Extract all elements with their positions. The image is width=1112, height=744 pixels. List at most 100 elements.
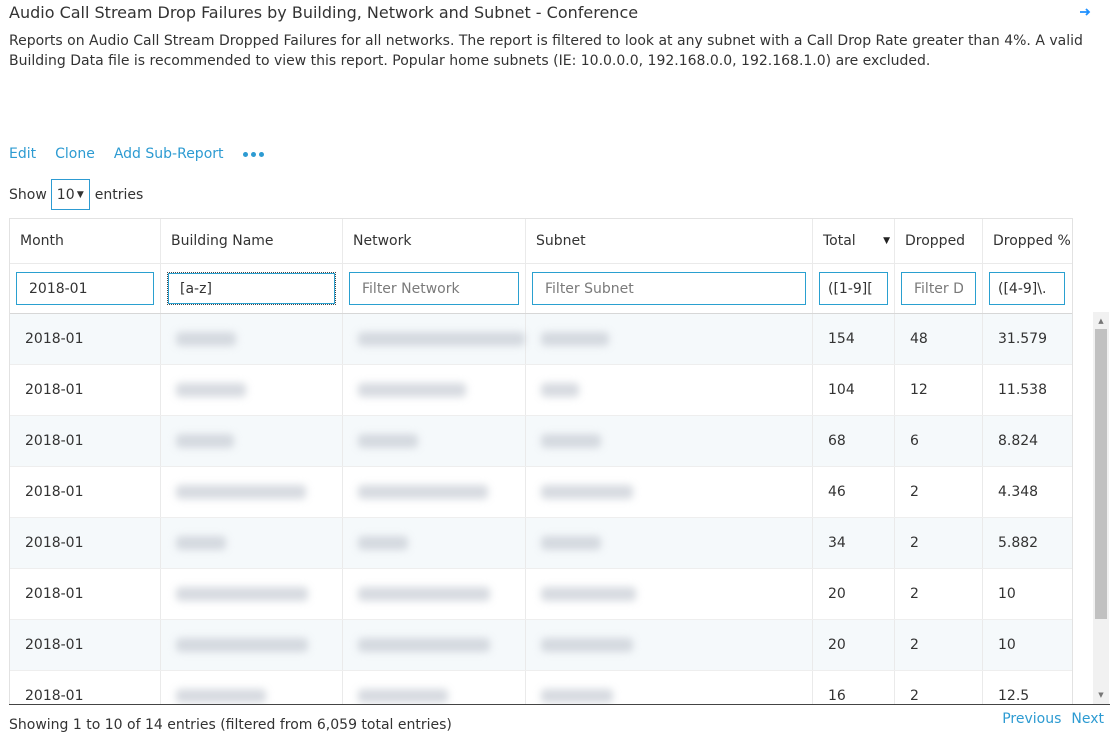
table-row[interactable]: 2018-01 104 12 11.538 — [10, 365, 1072, 416]
cell-dropped-pct: 5.882 — [998, 535, 1039, 551]
filter-building-input[interactable] — [167, 272, 336, 305]
cell-month: 2018-01 — [10, 569, 161, 619]
cell-dropped-pct: 11.538 — [998, 382, 1047, 398]
cell-network — [343, 569, 526, 619]
cell-subnet — [526, 365, 813, 415]
redacted-value — [358, 332, 525, 346]
col-header-dropped[interactable]: Dropped — [895, 219, 983, 263]
filter-dropped-pct-input[interactable] — [989, 272, 1065, 305]
entries-select[interactable]: 10 ▼ — [50, 179, 90, 210]
cell-dropped-pct: 4.348 — [998, 484, 1039, 500]
cell-network — [343, 518, 526, 568]
cell-month: 2018-01 — [10, 467, 161, 517]
filter-cell-building — [161, 264, 343, 313]
cell-building — [161, 314, 343, 364]
cell-subnet — [526, 569, 813, 619]
col-header-building[interactable]: Building Name — [161, 219, 343, 263]
redacted-value — [358, 434, 418, 448]
redacted-value — [541, 383, 579, 397]
filter-network-input[interactable] — [349, 272, 519, 305]
cell-total: 20 — [813, 569, 895, 619]
col-header-month[interactable]: Month — [10, 219, 161, 263]
col-header-network[interactable]: Network — [343, 219, 526, 263]
cell-building — [161, 620, 343, 670]
redacted-value — [541, 536, 601, 550]
cell-month: 2018-01 — [10, 671, 161, 705]
cell-network — [343, 620, 526, 670]
cell-total: 20 — [813, 620, 895, 670]
more-dots-icon[interactable] — [242, 146, 264, 162]
table-row[interactable]: 2018-01 68 6 8.824 — [10, 416, 1072, 467]
filter-total-input[interactable] — [819, 272, 888, 305]
redacted-value — [541, 485, 633, 499]
cell-dropped: 2 — [895, 467, 983, 517]
cell-month: 2018-01 — [10, 416, 161, 466]
cell-dropped: 48 — [895, 314, 983, 364]
cell-building — [161, 671, 343, 705]
cell-network — [343, 671, 526, 705]
table-row[interactable]: 2018-01 16 2 12.5 — [10, 671, 1072, 705]
clone-link[interactable]: Clone — [55, 146, 95, 162]
table-row[interactable]: 2018-01 20 2 10 — [10, 620, 1072, 671]
next-button[interactable]: Next — [1071, 711, 1104, 727]
cell-building — [161, 467, 343, 517]
add-sub-report-link[interactable]: Add Sub-Report — [114, 146, 224, 162]
redacted-value — [176, 689, 266, 703]
cell-subnet — [526, 518, 813, 568]
redacted-value — [358, 638, 490, 652]
table-scrollbar[interactable]: ▲ ▼ — [1093, 312, 1109, 704]
previous-button[interactable]: Previous — [1002, 711, 1061, 727]
table-filter-row — [10, 264, 1072, 314]
table-header-row: Month Building Name Network Subnet Total… — [10, 219, 1072, 264]
table-row[interactable]: 2018-01 154 48 31.579 — [10, 314, 1072, 365]
redacted-value — [358, 485, 488, 499]
table-row[interactable]: 2018-01 34 2 5.882 — [10, 518, 1072, 569]
edit-link[interactable]: Edit — [9, 146, 36, 162]
redacted-value — [176, 383, 246, 397]
cell-total: 34 — [813, 518, 895, 568]
filter-month-input[interactable] — [16, 272, 154, 305]
show-label: Show — [9, 186, 47, 203]
cell-dropped-pct: 10 — [998, 586, 1016, 602]
arrow-right-icon[interactable] — [1078, 5, 1092, 19]
length-control: Show 10 ▼ entries — [9, 179, 143, 210]
col-header-subnet[interactable]: Subnet — [526, 219, 813, 263]
report-actions: Edit Clone Add Sub-Report — [9, 146, 264, 162]
cell-subnet — [526, 671, 813, 705]
filter-dropped-input[interactable] — [901, 272, 976, 305]
cell-month: 2018-01 — [10, 518, 161, 568]
cell-dropped-pct: 10 — [998, 637, 1016, 653]
cell-building — [161, 518, 343, 568]
redacted-value — [176, 434, 234, 448]
cell-building — [161, 569, 343, 619]
redacted-value — [176, 587, 308, 601]
filter-cell-dropped-pct — [983, 264, 1071, 313]
cell-dropped: 2 — [895, 569, 983, 619]
scroll-thumb[interactable] — [1095, 329, 1107, 619]
cell-network — [343, 467, 526, 517]
scroll-up-icon[interactable]: ▲ — [1093, 314, 1109, 328]
redacted-value — [176, 485, 306, 499]
filter-cell-dropped — [895, 264, 983, 313]
cell-total: 68 — [813, 416, 895, 466]
cell-building — [161, 365, 343, 415]
cell-building — [161, 416, 343, 466]
table-row[interactable]: 2018-01 20 2 10 — [10, 569, 1072, 620]
cell-network — [343, 314, 526, 364]
cell-subnet — [526, 620, 813, 670]
scroll-down-icon[interactable]: ▼ — [1093, 688, 1109, 702]
report-title: Audio Call Stream Drop Failures by Build… — [9, 3, 639, 22]
col-header-total[interactable]: Total ▼ — [813, 219, 895, 263]
cell-dropped: 2 — [895, 518, 983, 568]
cell-dropped: 6 — [895, 416, 983, 466]
cell-total: 154 — [813, 314, 895, 364]
redacted-value — [358, 587, 490, 601]
cell-month: 2018-01 — [10, 314, 161, 364]
redacted-value — [541, 587, 636, 601]
redacted-value — [541, 689, 613, 703]
redacted-value — [541, 434, 601, 448]
col-header-dropped-pct[interactable]: Dropped % — [983, 219, 1071, 263]
cell-network — [343, 416, 526, 466]
table-row[interactable]: 2018-01 46 2 4.348 — [10, 467, 1072, 518]
filter-subnet-input[interactable] — [532, 272, 806, 305]
